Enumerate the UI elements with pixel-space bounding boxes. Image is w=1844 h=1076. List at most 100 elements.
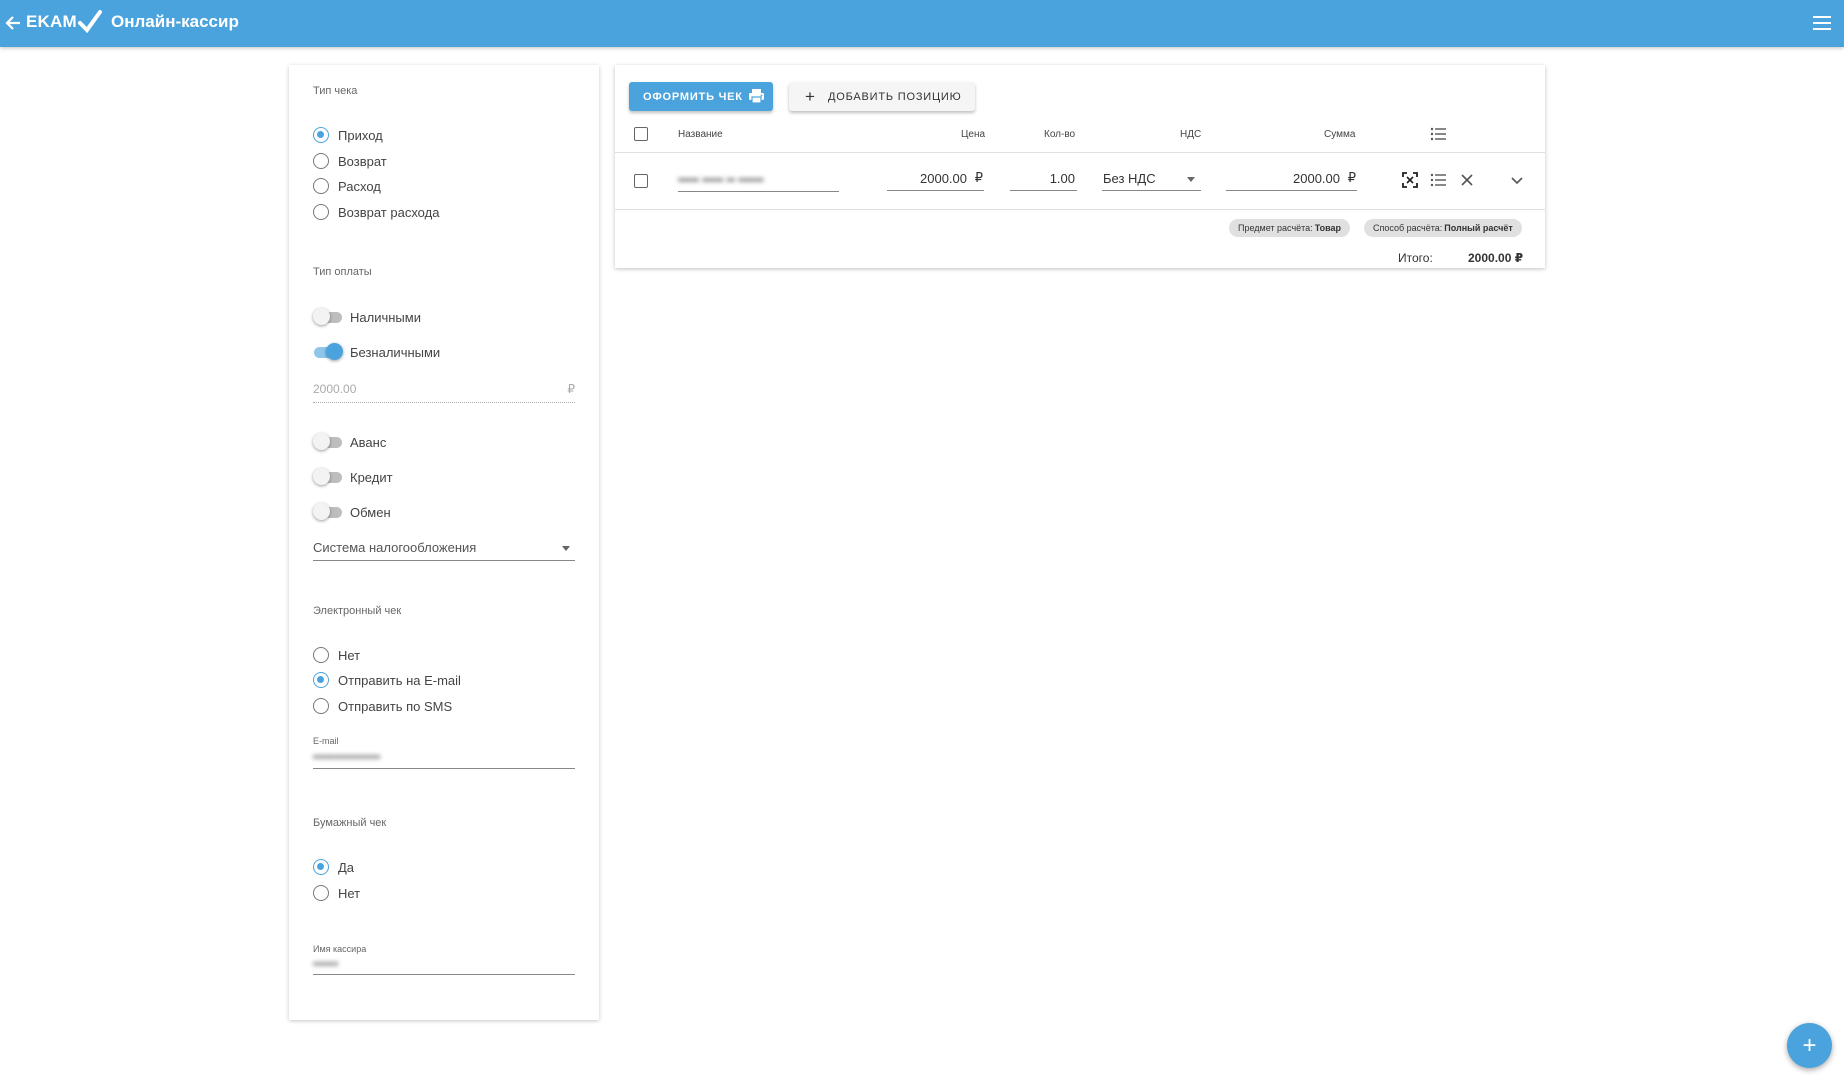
radio-receipt-return[interactable]: Возврат bbox=[313, 151, 387, 171]
column-header-qty: Кол-во bbox=[1044, 129, 1076, 140]
fab-add-button[interactable]: + bbox=[1787, 1023, 1832, 1068]
item-price-value: 2000.00 bbox=[920, 171, 967, 186]
paper-receipt-heading: Бумажный чек bbox=[313, 817, 387, 829]
table-row: ••••• ••••• •• •••••• 2000.00 ₽ 1.00 Без… bbox=[615, 153, 1545, 210]
radio-label: Нет bbox=[338, 647, 361, 663]
receipt-settings-panel: Тип чека Приход Возврат Расход Возврат р… bbox=[289, 65, 599, 1020]
radio-receipt-expense-return[interactable]: Возврат расхода bbox=[313, 202, 439, 222]
toggle-switch[interactable] bbox=[313, 307, 343, 327]
toggle-exchange[interactable]: Обмен bbox=[313, 502, 391, 522]
toggle-credit[interactable]: Кредит bbox=[313, 467, 393, 487]
issue-receipt-label: ОФОРМИТЬ ЧЕК bbox=[643, 90, 743, 103]
dropdown-arrow-icon bbox=[562, 546, 570, 551]
radio-button[interactable] bbox=[313, 178, 329, 194]
electronic-receipt-heading: Электронный чек bbox=[313, 605, 402, 617]
radio-sms-send[interactable]: Отправить по SMS bbox=[313, 696, 452, 716]
checkmark-icon bbox=[78, 10, 102, 34]
plus-icon: + bbox=[805, 87, 816, 106]
app-bar: EKAM Онлайн-кассир bbox=[0, 0, 1844, 47]
radio-paper-yes[interactable]: Да bbox=[313, 857, 354, 877]
cashier-value: •••••• bbox=[313, 957, 339, 971]
radio-email-send[interactable]: Отправить на E-mail bbox=[313, 670, 461, 690]
email-field-label: E-mail bbox=[313, 736, 339, 746]
dropdown-arrow-icon bbox=[1187, 177, 1195, 182]
toggle-label: Обмен bbox=[350, 504, 391, 520]
chip-label: Предмет расчёта: bbox=[1238, 223, 1313, 233]
cashless-amount-field[interactable]: 2000.00 ₽ bbox=[313, 379, 575, 403]
toggle-label: Безналичными bbox=[350, 344, 441, 360]
item-sum-currency: ₽ bbox=[1347, 170, 1356, 185]
payment-subject-chip[interactable]: Предмет расчёта: Товар bbox=[1229, 219, 1351, 237]
radio-button[interactable] bbox=[313, 885, 329, 901]
scan-icon[interactable] bbox=[1402, 172, 1418, 188]
radio-receipt-income[interactable]: Приход bbox=[313, 125, 383, 145]
issue-receipt-button[interactable]: ОФОРМИТЬ ЧЕК bbox=[629, 82, 773, 111]
radio-button[interactable] bbox=[313, 127, 329, 143]
payment-method-chip[interactable]: Способ расчёта: Полный расчёт bbox=[1364, 219, 1522, 237]
item-qty-input[interactable]: 1.00 bbox=[1010, 167, 1077, 191]
radio-button[interactable] bbox=[313, 698, 329, 714]
column-header-sum: Сумма bbox=[1324, 129, 1356, 140]
radio-button[interactable] bbox=[313, 204, 329, 220]
radio-label: Нет bbox=[338, 885, 361, 901]
chevron-down-icon[interactable] bbox=[1510, 176, 1524, 186]
payment-type-heading: Тип оплаты bbox=[313, 266, 372, 278]
column-header-price: Цена bbox=[961, 129, 986, 140]
toggle-switch[interactable] bbox=[313, 467, 343, 487]
email-field[interactable]: E-mail •••••••••••••••• bbox=[313, 736, 575, 769]
total-value: 2000.00 ₽ bbox=[1468, 251, 1524, 265]
page-title: Онлайн-кассир bbox=[111, 12, 239, 31]
add-item-button[interactable]: + ДОБАВИТЬ ПОЗИЦИЮ bbox=[789, 82, 975, 111]
item-vat-select[interactable]: Без НДС bbox=[1102, 167, 1201, 191]
toggle-cashless[interactable]: Безналичными bbox=[313, 342, 440, 362]
item-price-input[interactable]: 2000.00 ₽ bbox=[887, 167, 984, 191]
chip-value: Товар bbox=[1314, 223, 1342, 233]
radio-paper-no[interactable]: Нет bbox=[313, 883, 360, 903]
radio-label: Отправить по SMS bbox=[338, 698, 453, 714]
item-name-value: ••••• ••••• •• •••••• bbox=[678, 173, 764, 187]
add-item-label: ДОБАВИТЬ ПОЗИЦИЮ bbox=[828, 90, 962, 103]
tax-system-placeholder: Система налогообложения bbox=[313, 540, 477, 555]
toggle-label: Аванс bbox=[350, 434, 387, 450]
tax-system-select[interactable]: Система налогообложения bbox=[313, 537, 575, 561]
toggle-switch[interactable] bbox=[313, 502, 343, 522]
item-sum-input[interactable]: 2000.00 ₽ bbox=[1226, 167, 1357, 191]
column-header-vat: НДС bbox=[1180, 129, 1202, 140]
item-qty-value: 1.00 bbox=[1049, 171, 1075, 186]
item-details-list-icon[interactable] bbox=[1430, 172, 1447, 188]
radio-button[interactable] bbox=[313, 647, 329, 663]
table-header: Название Цена Кол-во НДС Сумма bbox=[615, 115, 1545, 153]
plus-icon: + bbox=[1802, 1031, 1817, 1059]
receipt-type-heading: Тип чека bbox=[313, 85, 358, 97]
close-icon[interactable] bbox=[1460, 173, 1474, 187]
radio-button[interactable] bbox=[313, 672, 329, 688]
hamburger-menu-icon[interactable] bbox=[1812, 14, 1832, 32]
radio-label: Приход bbox=[338, 127, 383, 143]
radio-email-none[interactable]: Нет bbox=[313, 645, 360, 665]
radio-label: Расход bbox=[338, 178, 381, 194]
select-all-checkbox[interactable] bbox=[634, 127, 648, 141]
toggle-cash[interactable]: Наличными bbox=[313, 307, 421, 327]
radio-label: Возврат расхода bbox=[338, 204, 440, 220]
amount-value: 2000.00 bbox=[313, 382, 357, 396]
radio-button[interactable] bbox=[313, 153, 329, 169]
row-checkbox[interactable] bbox=[634, 174, 648, 188]
column-header-name: Название bbox=[678, 129, 723, 140]
column-settings-list-icon[interactable] bbox=[1430, 126, 1447, 142]
toggle-switch[interactable] bbox=[313, 342, 343, 362]
radio-button[interactable] bbox=[313, 859, 329, 875]
toggle-advance[interactable]: Аванс bbox=[313, 432, 386, 452]
radio-receipt-expense[interactable]: Расход bbox=[313, 176, 381, 196]
cashier-field-label: Имя кассира bbox=[313, 944, 367, 954]
chip-label: Способ расчёта: bbox=[1373, 223, 1443, 233]
radio-label: Да bbox=[338, 859, 355, 875]
item-name-input[interactable]: ••••• ••••• •• •••••• bbox=[678, 168, 839, 192]
arrow-left-icon[interactable] bbox=[4, 12, 22, 34]
toggle-switch[interactable] bbox=[313, 432, 343, 452]
cashier-name-field[interactable]: Имя кассира •••••• bbox=[313, 944, 575, 975]
printer-icon bbox=[749, 89, 764, 104]
toggle-label: Наличными bbox=[350, 309, 421, 325]
item-vat-value: Без НДС bbox=[1103, 171, 1156, 186]
item-price-currency: ₽ bbox=[974, 170, 983, 185]
receipt-items-card: ОФОРМИТЬ ЧЕК + ДОБАВИТЬ ПОЗИЦИЮ Название… bbox=[615, 65, 1545, 268]
